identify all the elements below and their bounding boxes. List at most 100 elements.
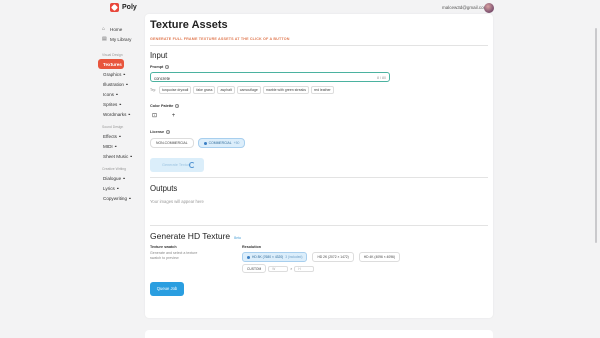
sidebar-item-label: Graphics [103, 71, 122, 77]
info-icon[interactable]: i [166, 130, 171, 134]
suggestion-chip[interactable]: fake grass [193, 86, 216, 94]
app-logo[interactable]: Poly [110, 3, 137, 12]
prompt-label-text: Prompt [150, 65, 164, 69]
license-non-commercial[interactable]: NON-COMMERCIAL [150, 138, 194, 148]
divider [150, 177, 488, 178]
radio-selected-icon [203, 141, 207, 145]
license-option-label: COMMERCIAL [208, 141, 232, 145]
sidebar-item-effects[interactable]: Effects 🔒︎ [98, 131, 144, 141]
suggestion-chip[interactable]: marble with green streaks [262, 86, 309, 94]
sidebar-item-home[interactable]: ⌂ Home [98, 24, 144, 34]
license-commercial[interactable]: COMMERCIAL +50 [197, 138, 246, 148]
sidebar-item-my-library[interactable]: ▤ My Library [98, 34, 144, 44]
texture-swatch-description: Generate and select a texture swatch to … [150, 251, 198, 260]
suggestion-chip[interactable]: red leather [310, 86, 334, 94]
sidebar-item-label: Effects [103, 133, 117, 139]
main-card: Texture Assets GENERATE FULL FRAME TEXTU… [145, 14, 493, 318]
lock-icon: 🔒︎ [128, 112, 131, 116]
sidebar-section-title: Creative Writing [102, 167, 127, 171]
prompt-counter: 8 / 80 [377, 75, 386, 80]
sidebar-section-title: Visual Design [102, 53, 123, 57]
sidebar-item-sprites[interactable]: Sprites 🔒︎ [98, 99, 144, 109]
outputs-heading: Outputs [150, 184, 178, 193]
sidebar-item-midi[interactable]: MIDI 🔒︎ [98, 141, 144, 151]
prompt-label: Prompt i [150, 65, 170, 69]
lock-icon: 🔒︎ [123, 176, 126, 180]
custom-resolution-option[interactable]: CUSTOM [242, 264, 267, 273]
resolution-label: Resolution [242, 245, 262, 249]
height-input[interactable]: H [294, 265, 315, 272]
resolution-option-2k[interactable]: HD 2K (2072 × 1472) [312, 252, 354, 262]
sidebar-item-wordmarks[interactable]: Wordmarks 🔒︎ [98, 109, 144, 119]
license-label-text: License [150, 130, 165, 134]
license-label: License i [150, 130, 171, 134]
license-option-label: NON-COMMERCIAL [156, 141, 188, 145]
add-color-button[interactable]: + [169, 112, 178, 121]
sidebar-item-lyrics[interactable]: Lyrics 🔒︎ [98, 183, 144, 193]
info-icon[interactable]: i [175, 104, 180, 108]
suggestion-row: Try: turquoise drywall fake grass asphal… [150, 86, 334, 94]
sidebar: ⌂ Home ▤ My Library Visual Design Textur… [98, 24, 144, 203]
sidebar-item-sheet-music[interactable]: Sheet Music 🔒︎ [98, 151, 144, 161]
sidebar-item-label: Wordmarks [103, 111, 127, 117]
divider [150, 225, 488, 226]
lock-icon: 🔒︎ [115, 92, 118, 96]
avatar[interactable] [484, 3, 494, 13]
lock-icon: 🔒︎ [119, 102, 122, 106]
sidebar-item-label: Dialogue [103, 175, 122, 181]
sidebar-item-illustration[interactable]: Illustration 🔒︎ [98, 79, 144, 89]
resolution-option-4k[interactable]: HD 4K (4096 × 4096) [358, 252, 400, 262]
resolution-option-8k[interactable]: HD 8K (7680 × 4320) 3 (included) [242, 252, 308, 262]
width-input[interactable]: W [268, 265, 289, 272]
generate-texture-button[interactable]: Generate Texture [150, 158, 204, 172]
sidebar-item-label: Lyrics [103, 185, 115, 191]
resolution-note: 3 (included) [285, 255, 303, 259]
image-icon: ⊡ [151, 113, 158, 119]
try-label: Try: [150, 88, 157, 92]
resolution-option-label: HD 8K (7680 × 4320) [252, 255, 284, 259]
sidebar-item-label: Illustration [103, 81, 124, 87]
prompt-value: concrete [154, 75, 171, 81]
lock-icon: 🔒︎ [123, 72, 126, 76]
sidebar-item-label: Sprites [103, 101, 118, 107]
sidebar-item-label: Sheet Music [103, 153, 129, 159]
generate-texture-label: Generate Texture [162, 163, 192, 167]
lock-icon: 🔒︎ [114, 144, 117, 148]
outputs-empty-text: Your images will appear here [150, 199, 204, 204]
plus-icon: + [171, 113, 176, 119]
queue-job-button[interactable]: Queue Job [150, 282, 184, 296]
page-subtitle: GENERATE FULL FRAME TEXTURE ASSETS AT TH… [150, 37, 290, 41]
lock-icon: 🔒︎ [116, 186, 119, 190]
sidebar-item-label: Icons [103, 91, 114, 97]
sidebar-item-label: Textures [103, 61, 122, 67]
sidebar-item-label: Home [110, 26, 123, 32]
loading-spinner-icon [189, 162, 195, 168]
sidebar-item-icons[interactable]: Icons 🔒︎ [98, 89, 144, 99]
resolution-option-label: HD 4K (4096 × 4096) [363, 255, 395, 259]
suggestion-chip[interactable]: turquoise drywall [159, 86, 192, 94]
library-icon: ▤ [102, 35, 107, 42]
radio-selected-icon [247, 255, 250, 259]
page-scrollbar[interactable] [595, 28, 597, 243]
image-palette-button[interactable]: ⊡ [150, 112, 159, 121]
info-icon[interactable]: i [165, 65, 170, 69]
resolution-option-label: HD 2K (2072 × 1472) [317, 255, 349, 259]
sidebar-item-label: Copywriting [103, 195, 127, 201]
sidebar-item-graphics[interactable]: Graphics 🔒︎ [98, 69, 144, 79]
resolution-options: HD 8K (7680 × 4320) 3 (included) HD 2K (… [242, 252, 400, 262]
color-palette-label: Color Palette i [150, 104, 180, 108]
lower-card [145, 330, 493, 338]
suggestion-chip[interactable]: camouflage [236, 86, 261, 94]
prompt-input[interactable]: concrete 8 / 80 [150, 72, 390, 82]
license-fee: +50 [233, 141, 240, 145]
suggestion-chip[interactable]: asphalt [217, 86, 235, 94]
page-title: Texture Assets [150, 19, 228, 31]
color-palette-label-text: Color Palette [150, 104, 174, 108]
lock-icon: 🔒︎ [129, 196, 131, 200]
divider [150, 45, 488, 46]
sidebar-item-copywriting[interactable]: Copywriting 🔒︎ [98, 193, 144, 203]
lock-icon: 🔒︎ [118, 134, 121, 138]
sidebar-item-textures[interactable]: Textures [98, 59, 124, 69]
sidebar-item-dialogue[interactable]: Dialogue 🔒︎ [98, 173, 144, 183]
hd-heading: Generate HD Texture [150, 231, 231, 241]
